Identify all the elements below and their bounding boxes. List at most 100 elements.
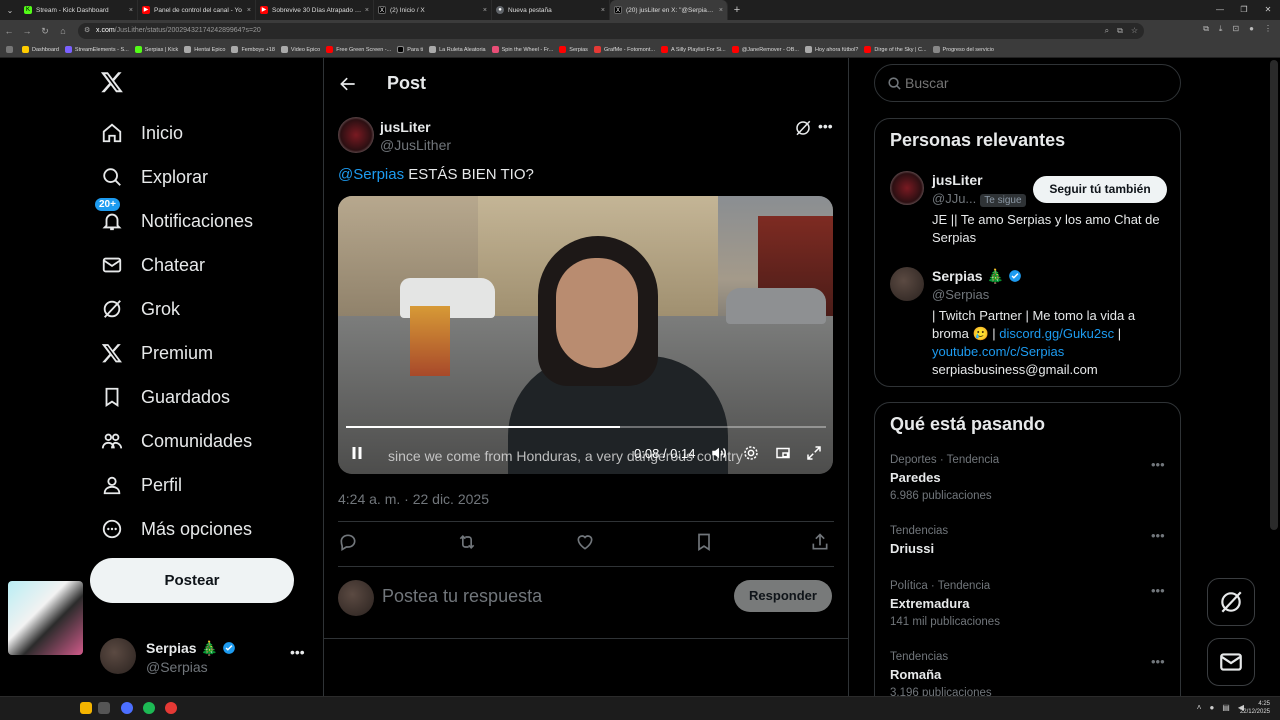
install-app-icon[interactable]: ⧉ <box>1117 23 1123 39</box>
nav-item-home[interactable]: Inicio <box>100 117 183 149</box>
bookmark-item[interactable]: Hentai Epico <box>184 46 225 53</box>
forward-arrow-icon[interactable]: → <box>18 26 36 36</box>
nav-item-grok[interactable]: Grok <box>100 293 180 325</box>
messages-fab-button[interactable] <box>1207 638 1255 686</box>
repost-icon[interactable] <box>457 532 479 554</box>
chrome-icon[interactable] <box>165 702 177 714</box>
post-more-icon[interactable]: ••• <box>818 118 833 134</box>
search-box[interactable] <box>874 64 1181 102</box>
bookmark-item[interactable]: Hoy ahora fútbol? <box>804 46 858 53</box>
url-input[interactable]: ⚙ x.com/JusLither/status/200294321742428… <box>78 23 1144 39</box>
network-icon[interactable]: ▤ <box>1222 703 1230 712</box>
browser-menu-icon[interactable]: ⋮ <box>1264 24 1272 34</box>
bookmark-item[interactable]: Dashboard <box>22 46 59 53</box>
nav-item-bookmarks[interactable]: Guardados <box>100 381 230 413</box>
close-tab-icon[interactable]: × <box>247 7 251 14</box>
reply-input[interactable]: Postea tu respuesta <box>382 586 542 607</box>
nav-item-premium[interactable]: Premium <box>100 337 213 369</box>
back-arrow-icon[interactable]: ← <box>0 26 18 36</box>
downloads-icon[interactable]: ⤓ <box>1219 24 1223 34</box>
video-progress-bar[interactable] <box>346 426 826 428</box>
bookmark-item[interactable]: A Silly Playlist For Si... <box>660 46 726 53</box>
settings-gear-icon[interactable] <box>742 444 760 462</box>
author-name[interactable]: jusLiter <box>380 119 431 135</box>
spotify-icon[interactable] <box>143 702 155 714</box>
close-window-icon[interactable]: ✕ <box>1256 0 1280 20</box>
bookmark-item[interactable]: Serpias <box>559 46 588 53</box>
like-heart-icon[interactable] <box>575 532 597 554</box>
post-timestamp[interactable]: 4:24 a. m. · 22 dic. 2025 <box>338 491 489 507</box>
share-icon[interactable] <box>810 532 832 554</box>
trend-item[interactable]: Tendencias Driussi <box>890 525 1170 556</box>
bookmark-item[interactable]: La Ruleta Aleatoria <box>429 46 486 53</box>
close-tab-icon[interactable]: × <box>483 7 487 14</box>
browser-tab[interactable]: K Stream - Kick Dashboard × <box>20 0 138 20</box>
close-tab-icon[interactable]: × <box>719 7 723 14</box>
reply-icon[interactable] <box>338 532 360 554</box>
browser-tab[interactable]: ▶ Sobrevive 30 Días Atrapado En × <box>256 0 374 20</box>
page-scrollbar[interactable] <box>1270 60 1278 530</box>
person-name[interactable]: jusLiter <box>932 172 983 188</box>
trend-item[interactable]: Política · Tendencia Extremadura 141 mil… <box>890 580 1170 628</box>
more-dots-icon[interactable]: ••• <box>290 644 305 660</box>
maximize-icon[interactable]: ❐ <box>1232 0 1256 20</box>
grok-icon[interactable] <box>794 119 812 137</box>
nav-item-chat[interactable]: Chatear <box>100 249 205 281</box>
trend-more-icon[interactable]: ••• <box>1151 457 1165 472</box>
browser-tab-active[interactable]: X (20) jusLiter en X: "@Serpias E × <box>610 0 728 20</box>
reload-icon[interactable]: ↻ <box>36 26 54 37</box>
browser-tab[interactable]: X (2) Inicio / X × <box>374 0 492 20</box>
pause-icon[interactable] <box>348 444 366 462</box>
author-handle[interactable]: @JusLither <box>380 137 451 153</box>
nav-item-notifications[interactable]: 20+ Notificaciones <box>94 197 253 237</box>
bookmark-icon[interactable] <box>694 532 716 554</box>
bookmark-item[interactable]: Progreso del servicio <box>932 46 994 53</box>
bookmark-item[interactable]: StreamElements - S... <box>64 46 129 53</box>
post-button[interactable]: Postear <box>90 558 294 603</box>
back-arrow-icon[interactable] <box>338 74 358 94</box>
follow-back-button[interactable]: Seguir tú también <box>1033 176 1167 203</box>
x-logo-icon[interactable] <box>100 70 126 96</box>
new-tab-button[interactable]: + <box>728 4 746 16</box>
minimize-icon[interactable]: — <box>1208 0 1232 20</box>
bookmark-item[interactable]: Dirge of the Sky | C... <box>864 46 927 53</box>
bookmark-item[interactable]: Spin the Wheel - Fr... <box>491 46 553 53</box>
fullscreen-icon[interactable] <box>805 444 823 462</box>
extensions-icon[interactable]: ⧉ <box>1203 24 1209 34</box>
bio-link[interactable]: discord.gg/Guku2sc <box>999 326 1114 341</box>
close-tab-icon[interactable]: × <box>365 7 369 14</box>
volume-icon[interactable] <box>710 444 728 462</box>
bookmark-item[interactable]: Video Epico <box>280 46 320 53</box>
zoom-icon[interactable]: ⌕ <box>1105 23 1109 39</box>
nav-item-profile[interactable]: Perfil <box>100 469 182 501</box>
close-tab-icon[interactable]: × <box>129 7 133 14</box>
trend-more-icon[interactable]: ••• <box>1151 528 1165 543</box>
chevron-up-icon[interactable]: ˄ <box>1197 703 1202 712</box>
bookmark-item[interactable]: Free Green Screen -... <box>326 46 391 53</box>
taskview-icon[interactable] <box>98 702 110 714</box>
trend-item[interactable]: Tendencias Romaña 3.196 publicaciones <box>890 651 1170 699</box>
trend-item[interactable]: Deportes · Tendencia Paredes 6.986 publi… <box>890 454 1170 502</box>
nav-item-more[interactable]: Más opciones <box>100 513 252 545</box>
clock[interactable]: 4:25 22/12/2025 <box>1240 700 1270 716</box>
bio-link[interactable]: youtube.com/c/Serpias <box>932 344 1064 359</box>
reply-button[interactable]: Responder <box>734 580 832 612</box>
apps-icon[interactable] <box>6 46 16 53</box>
trend-more-icon[interactable]: ••• <box>1151 654 1165 669</box>
tab-search-icon[interactable]: ⌄ <box>0 0 20 20</box>
grok-fab-button[interactable] <box>1207 578 1255 626</box>
nav-item-communities[interactable]: Comunidades <box>100 425 252 457</box>
discord-icon[interactable] <box>121 702 133 714</box>
bookmark-star-icon[interactable]: ☆ <box>1131 23 1138 39</box>
bookmark-item[interactable]: Femboys +18 <box>231 46 275 53</box>
account-switcher[interactable]: Serpias 🎄 @Serpias ••• <box>100 638 310 678</box>
close-tab-icon[interactable]: × <box>601 7 605 14</box>
author-avatar[interactable] <box>338 117 374 153</box>
picture-in-picture-icon[interactable] <box>774 444 792 462</box>
bookmark-item[interactable]: GrafMe - Fotomont... <box>593 46 655 53</box>
profile-icon[interactable]: ● <box>1249 24 1254 34</box>
mention-link[interactable]: @Serpias <box>338 166 404 183</box>
bookmark-item[interactable]: Serpias | Kick <box>134 46 178 53</box>
translate-icon[interactable]: ⊡ <box>1232 24 1239 34</box>
video-player[interactable]: since we come from Honduras, a very dang… <box>338 196 833 474</box>
